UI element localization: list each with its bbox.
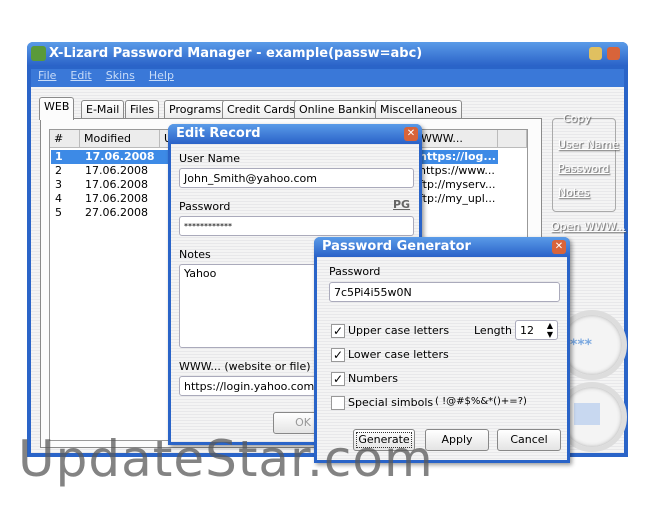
cell-www: ftp://my_upl...: [419, 192, 496, 205]
user-name-input[interactable]: John_Smith@yahoo.com: [179, 168, 414, 188]
cell-modified: 17.06.2008: [85, 150, 155, 163]
lower-case-checkbox[interactable]: ✓: [331, 348, 345, 362]
password-input[interactable]: ************: [179, 216, 414, 236]
special-symbols-label: Special simbols: [348, 396, 434, 409]
menu-skins[interactable]: Skins: [106, 69, 135, 82]
cell-www: ftp://myserv...: [419, 178, 496, 191]
tab-miscellaneous[interactable]: Miscellaneous: [375, 100, 463, 119]
close-icon[interactable]: ✕: [552, 240, 566, 254]
tab-credit-cards[interactable]: Credit Cards: [222, 100, 301, 119]
generated-password-label: Password: [329, 265, 381, 278]
length-value: 12: [520, 324, 534, 337]
edit-record-title-bar: Edit Record ✕: [168, 124, 422, 144]
cancel-button[interactable]: Cancel: [497, 429, 561, 451]
special-symbols-checkbox[interactable]: [331, 396, 345, 410]
upper-case-label: Upper case letters: [348, 324, 450, 337]
menu-bar: File Edit Skins Help: [31, 69, 624, 87]
tab-programs[interactable]: Programs: [164, 100, 227, 119]
www-label: WWW... (website or file): [179, 360, 311, 373]
length-spinner[interactable]: 12 ▲ ▼: [515, 320, 558, 340]
numbers-label: Numbers: [348, 372, 398, 385]
password-generator-link[interactable]: PG: [393, 198, 410, 211]
numbers-checkbox[interactable]: ✓: [331, 372, 345, 386]
cell-modified: 17.06.2008: [85, 164, 148, 177]
close-button[interactable]: [607, 47, 620, 60]
dialog-title: Edit Record: [176, 126, 261, 141]
asterisks-icon: ***: [570, 337, 592, 353]
cell-number: 2: [55, 164, 62, 177]
cell-modified: 27.06.2008: [85, 206, 148, 219]
col-modified[interactable]: Modified: [80, 130, 160, 148]
minimize-button[interactable]: [589, 47, 602, 60]
notes-label: Notes: [179, 248, 211, 261]
save-icon: [574, 403, 600, 425]
tab-online-banking[interactable]: Online Banking: [294, 100, 388, 119]
cell-number: 4: [55, 192, 62, 205]
cell-www: https://www...: [419, 164, 495, 177]
col-filler: [498, 130, 527, 148]
title-bar: X-Lizard Password Manager - example(pass…: [27, 42, 628, 66]
col-number[interactable]: #: [50, 130, 80, 148]
copy-password-link[interactable]: Password: [558, 162, 609, 175]
dialog-title: Password Generator: [322, 239, 471, 254]
cell-number: 1: [55, 150, 63, 163]
window-title: X-Lizard Password Manager - example(pass…: [49, 46, 423, 61]
length-label: Length: [474, 324, 512, 337]
open-www-link[interactable]: Open WWW...: [551, 220, 626, 233]
apply-button[interactable]: Apply: [425, 429, 489, 451]
menu-file[interactable]: File: [38, 69, 56, 82]
copy-notes-link[interactable]: Notes: [558, 186, 590, 199]
copy-group-title: Copy: [563, 112, 591, 125]
col-www[interactable]: WWW...: [417, 130, 498, 148]
special-chars-hint: ( !@#$%&*()+=?): [435, 396, 527, 407]
lizard-app-icon: [31, 46, 46, 61]
close-icon[interactable]: ✕: [404, 127, 418, 141]
tab-files[interactable]: Files: [125, 100, 160, 119]
password-generator-title-bar: Password Generator ✕: [314, 237, 570, 257]
generated-password-input[interactable]: 7c5Pi4i55w0N: [329, 282, 560, 302]
cell-modified: 17.06.2008: [85, 192, 148, 205]
upper-case-checkbox[interactable]: ✓: [331, 324, 345, 338]
tab-email[interactable]: E-Mail: [81, 100, 125, 119]
spinner-arrows-icon[interactable]: ▲ ▼: [547, 321, 553, 339]
menu-edit[interactable]: Edit: [70, 69, 91, 82]
cell-modified: 17.06.2008: [85, 178, 148, 191]
password-label: Password: [179, 200, 231, 213]
menu-help[interactable]: Help: [149, 69, 174, 82]
tab-web[interactable]: WEB: [39, 97, 75, 120]
cell-www: https://log...: [419, 150, 496, 163]
cell-number: 3: [55, 178, 62, 191]
copy-user-name-link[interactable]: User Name: [558, 138, 619, 151]
user-name-label: User Name: [179, 152, 241, 165]
lower-case-label: Lower case letters: [348, 348, 449, 361]
cell-number: 5: [55, 206, 62, 219]
watermark: UpdateStar.com: [18, 430, 434, 488]
